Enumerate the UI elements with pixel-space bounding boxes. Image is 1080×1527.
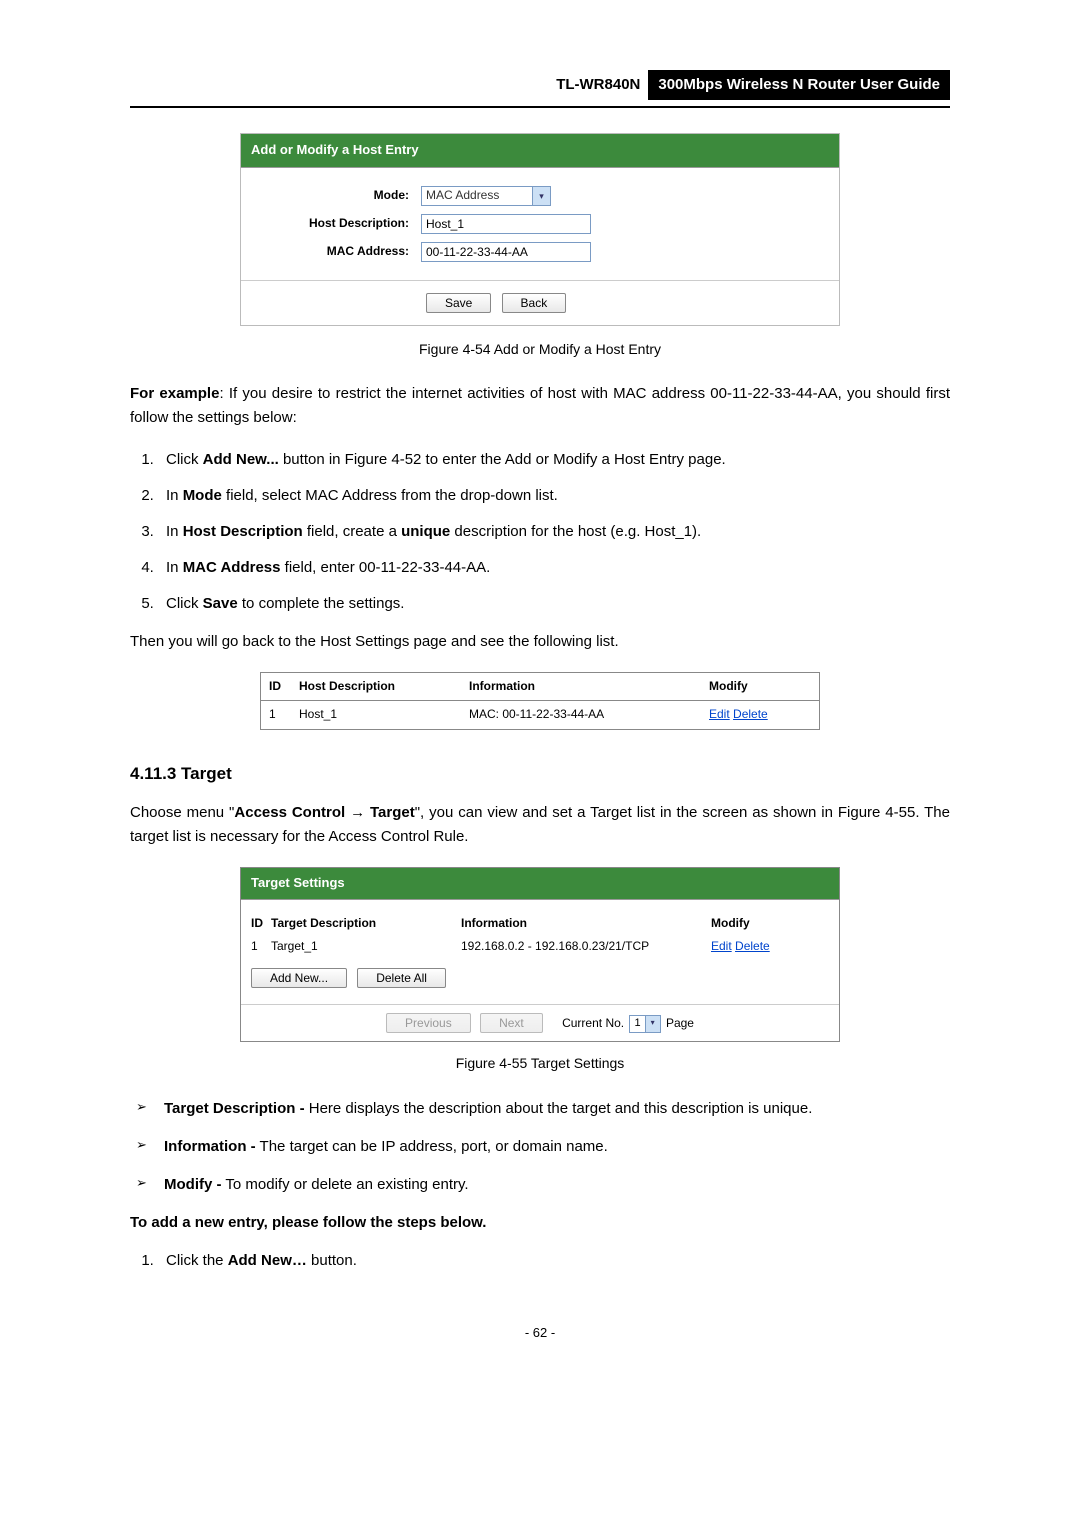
- target-panel-body: ID Target Description Information Modify…: [241, 900, 839, 1004]
- mode-select[interactable]: MAC Address ▾: [421, 186, 551, 206]
- host-desc-label: Host Description:: [251, 214, 421, 233]
- figure-55-caption: Figure 4-55 Target Settings: [130, 1052, 950, 1074]
- row-id: 1: [269, 705, 299, 724]
- t-id-header: ID: [251, 914, 271, 933]
- mac-row: MAC Address:: [251, 242, 829, 262]
- target-panel-title: Target Settings: [241, 868, 839, 900]
- t-row-desc: Target_1: [271, 937, 461, 956]
- step-3: In Host Description field, create a uniq…: [158, 520, 950, 544]
- t-desc-header: Target Description: [271, 914, 461, 933]
- host-entry-panel-title: Add or Modify a Host Entry: [241, 134, 839, 168]
- guide-title: 300Mbps Wireless N Router User Guide: [648, 70, 950, 100]
- host-entry-panel: Add or Modify a Host Entry Mode: MAC Add…: [240, 133, 840, 326]
- row-modify: Edit Delete: [709, 705, 809, 724]
- col-modify-header: Modify: [709, 677, 809, 696]
- target-table-row: 1 Target_1 192.168.0.2 - 192.168.0.23/21…: [251, 937, 829, 956]
- row-desc: Host_1: [299, 705, 469, 724]
- example-prefix: For example: [130, 385, 219, 402]
- row-info: MAC: 00-11-22-33-44-AA: [469, 705, 709, 724]
- bullet-information: Information - The target can be IP addre…: [136, 1135, 950, 1159]
- host-desc-row: Host Description:: [251, 214, 829, 234]
- col-id-header: ID: [269, 677, 299, 696]
- bullet-modify: Modify - To modify or delete an existing…: [136, 1173, 950, 1197]
- model-label: TL-WR840N: [548, 70, 648, 100]
- example-rest: : If you desire to restrict the internet…: [130, 385, 950, 426]
- mode-select-value: MAC Address: [422, 186, 532, 205]
- then-paragraph: Then you will go back to the Host Settin…: [130, 630, 950, 654]
- example-paragraph: For example: If you desire to restrict t…: [130, 382, 950, 430]
- col-info-header: Information: [469, 677, 709, 696]
- save-button[interactable]: Save: [426, 293, 491, 313]
- target-bullets: Target Description - Here displays the d…: [130, 1097, 950, 1197]
- step-2: In Mode field, select MAC Address from t…: [158, 484, 950, 508]
- next-button[interactable]: Next: [480, 1013, 543, 1033]
- mode-row: Mode: MAC Address ▾: [251, 186, 829, 206]
- t-row-id: 1: [251, 937, 271, 956]
- step-5: Click Save to complete the settings.: [158, 592, 950, 616]
- add-new-button[interactable]: Add New...: [251, 968, 347, 988]
- pager-label: Current No.: [562, 1016, 624, 1030]
- page-select-value: 1: [630, 1015, 644, 1033]
- mac-label: MAC Address:: [251, 242, 421, 261]
- previous-button[interactable]: Previous: [386, 1013, 471, 1033]
- t-row-modify: Edit Delete: [711, 937, 811, 956]
- t-row-info: 192.168.0.2 - 192.168.0.23/21/TCP: [461, 937, 711, 956]
- host-desc-input[interactable]: [421, 214, 591, 234]
- target-table-header: ID Target Description Information Modify: [251, 914, 829, 933]
- delete-link[interactable]: Delete: [733, 707, 768, 721]
- page-select[interactable]: 1 ▾: [629, 1015, 660, 1033]
- page-number: - 62 -: [130, 1323, 950, 1344]
- host-table-header: ID Host Description Information Modify: [261, 673, 819, 701]
- steps-list-1: Click Add New... button in Figure 4-52 t…: [130, 448, 950, 616]
- figure-54-caption: Figure 4-54 Add or Modify a Host Entry: [130, 338, 950, 360]
- delete-all-button[interactable]: Delete All: [357, 968, 446, 988]
- t-modify-header: Modify: [711, 914, 811, 933]
- steps-list-2: Click the Add New… button.: [130, 1249, 950, 1273]
- target-pager: Previous Next Current No. 1 ▾ Page: [241, 1004, 839, 1041]
- host-settings-table: ID Host Description Information Modify 1…: [260, 672, 820, 729]
- target-intro-paragraph: Choose menu "Access Control → Target", y…: [130, 801, 950, 849]
- col-desc-header: Host Description: [299, 677, 469, 696]
- host-entry-footer: Save Back: [241, 280, 839, 325]
- mode-label: Mode:: [251, 186, 421, 205]
- t-info-header: Information: [461, 914, 711, 933]
- step-1: Click Add New... button in Figure 4-52 t…: [158, 448, 950, 472]
- target-edit-link[interactable]: Edit: [711, 939, 732, 953]
- document-header: TL-WR840N 300Mbps Wireless N Router User…: [130, 70, 950, 100]
- add-entry-heading: To add a new entry, please follow the st…: [130, 1211, 950, 1235]
- chevron-down-icon: ▾: [645, 1016, 660, 1032]
- host-table-row: 1 Host_1 MAC: 00-11-22-33-44-AA Edit Del…: [261, 701, 819, 728]
- pager-suffix: Page: [666, 1016, 694, 1030]
- chevron-down-icon: ▾: [532, 187, 550, 205]
- back-button[interactable]: Back: [502, 293, 567, 313]
- header-divider: [130, 106, 950, 108]
- edit-link[interactable]: Edit: [709, 707, 730, 721]
- bullet-target-description: Target Description - Here displays the d…: [136, 1097, 950, 1121]
- target-settings-panel: Target Settings ID Target Description In…: [240, 867, 840, 1042]
- target-buttons-row: Add New... Delete All: [251, 966, 829, 990]
- step2-1: Click the Add New… button.: [158, 1249, 950, 1273]
- target-delete-link[interactable]: Delete: [735, 939, 770, 953]
- step-4: In MAC Address field, enter 00-11-22-33-…: [158, 556, 950, 580]
- host-entry-form: Mode: MAC Address ▾ Host Description: MA…: [241, 168, 839, 280]
- mac-input[interactable]: [421, 242, 591, 262]
- section-4-11-3-heading: 4.11.3 Target: [130, 760, 950, 787]
